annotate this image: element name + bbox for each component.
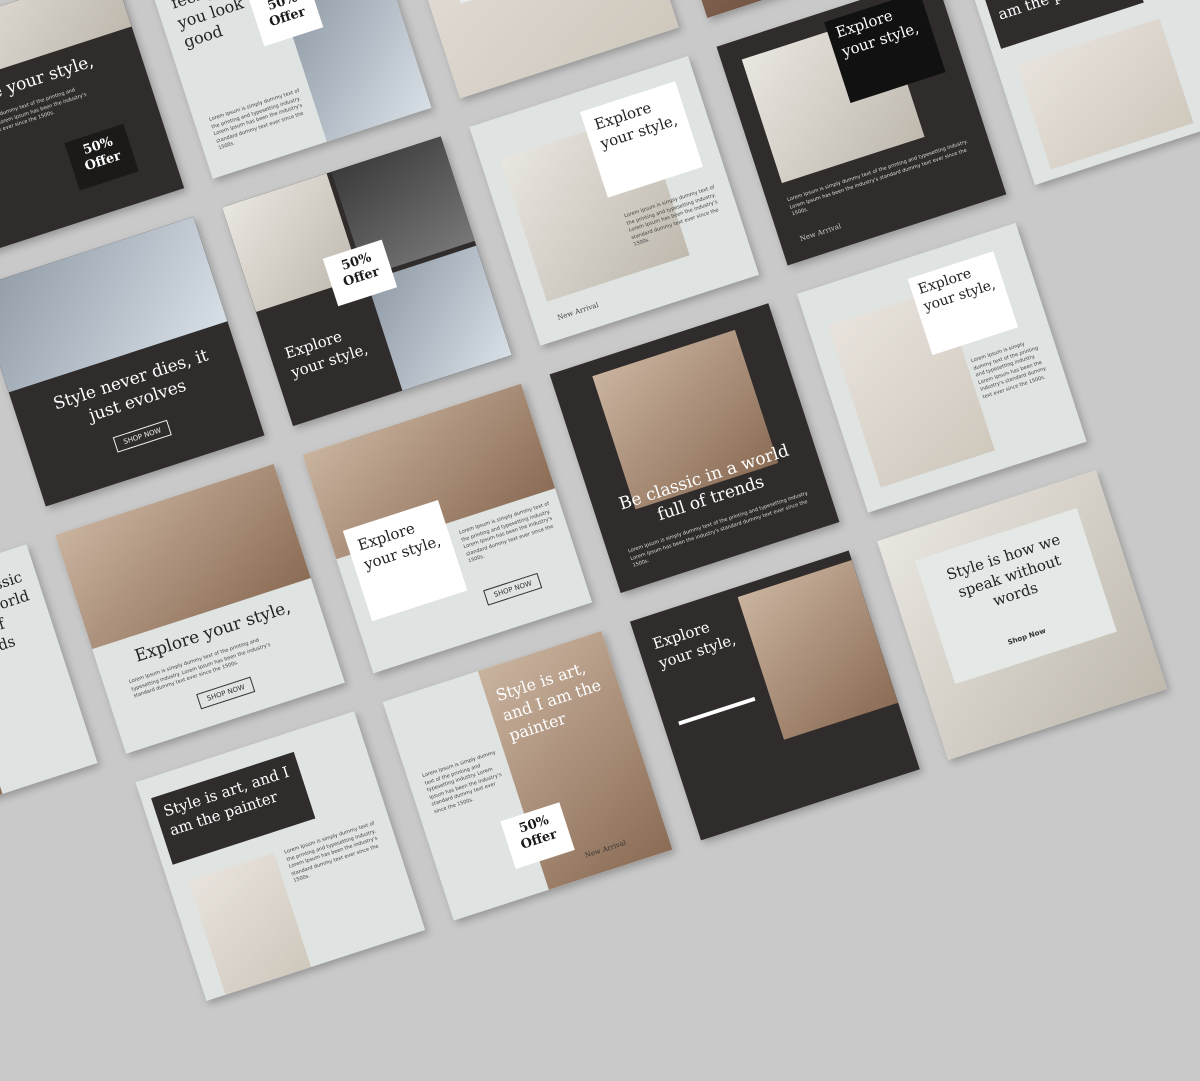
- template-classic: Be classic in a world full of trends Lor…: [549, 303, 840, 594]
- offer-badge: 50% Offer: [64, 123, 139, 191]
- body-text: Lorem Ipsum is simply dummy text of the …: [208, 87, 305, 152]
- template-explore-white-box: Explore your style, Lorem Ipsum is simpl…: [469, 55, 760, 346]
- new-arrival-tag: New Arrival: [798, 222, 843, 244]
- template-explore-black-box: Explore your style, Lorem Ipsum is simpl…: [716, 0, 1007, 266]
- accent-bar: [678, 696, 756, 726]
- shop-now-button[interactable]: SHOP NOW: [483, 572, 543, 606]
- headline: Explore your style,: [282, 327, 371, 382]
- template-art-side: Style is art, and I am the painter: [963, 0, 1200, 186]
- template-art-offer: Style is art, and I am the painter Lorem…: [382, 630, 673, 921]
- template-art: Style is art, and I am the painter Lorem…: [135, 711, 426, 1002]
- template-feel-good: When you feel good, you look good 50% Of…: [141, 0, 432, 179]
- template-explore-chair: Explore your style, Lorem Ipsum is simpl…: [796, 222, 1087, 513]
- body-text: Lorem Ipsum is simply dummy text of the …: [421, 749, 503, 815]
- headline: Explore your style,: [650, 617, 738, 672]
- shop-now-button[interactable]: SHOP NOW: [196, 676, 256, 710]
- template-explore-shop: Explore your style, Lorem Ipsum is simpl…: [55, 463, 345, 754]
- template-explore-offer: Explore your style, Lorem Ipsum is simpl…: [0, 0, 185, 260]
- template-never-dies: Style never dies, it just evolves SHOP N…: [0, 216, 265, 507]
- template-speak: Style is how we speak without words Shop…: [877, 470, 1168, 760]
- template-explore-split: Explore your style, Lorem Ipsum is simpl…: [302, 383, 593, 674]
- template-explore-offer-2: 50% Offer Explore your style,: [221, 136, 512, 427]
- body-text: Lorem Ipsum is simply dummy text of the …: [970, 341, 1047, 400]
- template-explore-bar: Explore your style,: [629, 550, 920, 841]
- headline: Be classic in a world full of trends: [0, 567, 32, 664]
- new-arrival-tag: New Arrival: [556, 301, 600, 322]
- shop-now-button[interactable]: SHOP NOW: [112, 419, 173, 453]
- photo: [737, 560, 899, 740]
- photo: [1016, 18, 1194, 170]
- body-text: Lorem Ipsum is simply dummy text of the …: [283, 820, 380, 885]
